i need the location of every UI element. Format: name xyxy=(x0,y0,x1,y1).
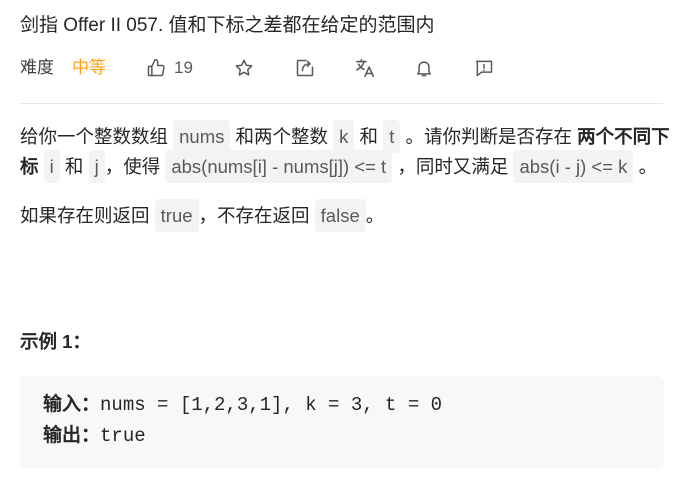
feedback-button[interactable] xyxy=(472,54,496,82)
like-button[interactable]: 19 xyxy=(146,54,193,82)
star-icon xyxy=(235,59,253,76)
inline-code-expr-index: abs(i - j) <= k xyxy=(513,150,634,183)
text: 和两个整数 xyxy=(230,126,334,147)
bell-icon xyxy=(417,61,431,77)
output-value: true xyxy=(100,425,146,447)
like-count: 19 xyxy=(174,58,193,77)
inline-code-expr-value: abs(nums[i] - nums[j]) <= t xyxy=(165,150,393,183)
description-paragraph-2: 如果存在则返回 true ，不存在返回 false。 xyxy=(20,199,670,232)
inline-code-i: i xyxy=(43,150,60,183)
text xyxy=(39,156,44,177)
favorite-button[interactable] xyxy=(232,54,256,82)
description-paragraph-1: 给你一个整数数组 nums 和两个整数 k 和 t 。请你判断是否存在 两个不同… xyxy=(20,120,670,183)
text: 给你一个整数数组 xyxy=(20,126,174,147)
text: 如果存在则返回 xyxy=(20,205,155,226)
problem-title: 剑指 Offer II 057. 值和下标之差都在给定的范围内 xyxy=(20,15,435,36)
problem-meta-bar: 难度 中等 19 xyxy=(20,54,663,82)
input-value: nums = [1,2,3,1], k = 3, t = 0 xyxy=(100,394,443,416)
difficulty-badge: 中等 xyxy=(72,58,106,77)
inline-code-nums: nums xyxy=(173,120,231,153)
text: ，使得 xyxy=(104,156,166,177)
inline-code-k: k xyxy=(333,120,355,153)
example-output-line: 输出：true xyxy=(43,420,146,451)
inline-code-true: true xyxy=(154,199,199,232)
problem-description: 给你一个整数数组 nums 和两个整数 k 和 t 。请你判断是否存在 两个不同… xyxy=(20,120,670,232)
example-input-line: 输入：nums = [1,2,3,1], k = 3, t = 0 xyxy=(43,389,442,420)
inline-code-j: j xyxy=(88,150,105,183)
text: 。 xyxy=(633,156,658,177)
translate-button[interactable] xyxy=(353,54,377,82)
text: 和 xyxy=(354,126,384,147)
difficulty-label: 难度 xyxy=(20,58,54,77)
input-label: 输入： xyxy=(43,394,101,415)
header-divider xyxy=(20,103,663,104)
feedback-icon xyxy=(475,60,493,77)
example-block: 输入：nums = [1,2,3,1], k = 3, t = 0 输出：tru… xyxy=(20,376,664,468)
share-icon xyxy=(296,59,314,77)
text: 和 xyxy=(59,156,89,177)
text: ，不存在返回 xyxy=(198,205,315,226)
example-title: 示例 1： xyxy=(20,331,91,352)
text: ，同时又满足 xyxy=(392,156,514,177)
text: 。 xyxy=(365,205,385,226)
subscribe-button[interactable] xyxy=(412,54,436,82)
inline-code-false: false xyxy=(314,199,366,232)
thumbs-up-icon xyxy=(147,58,165,77)
share-button[interactable] xyxy=(293,54,317,82)
output-label: 输出： xyxy=(43,425,101,446)
translate-icon xyxy=(355,58,375,78)
inline-code-t: t xyxy=(383,120,401,153)
text: 。请你判断是否存在 xyxy=(400,126,578,147)
